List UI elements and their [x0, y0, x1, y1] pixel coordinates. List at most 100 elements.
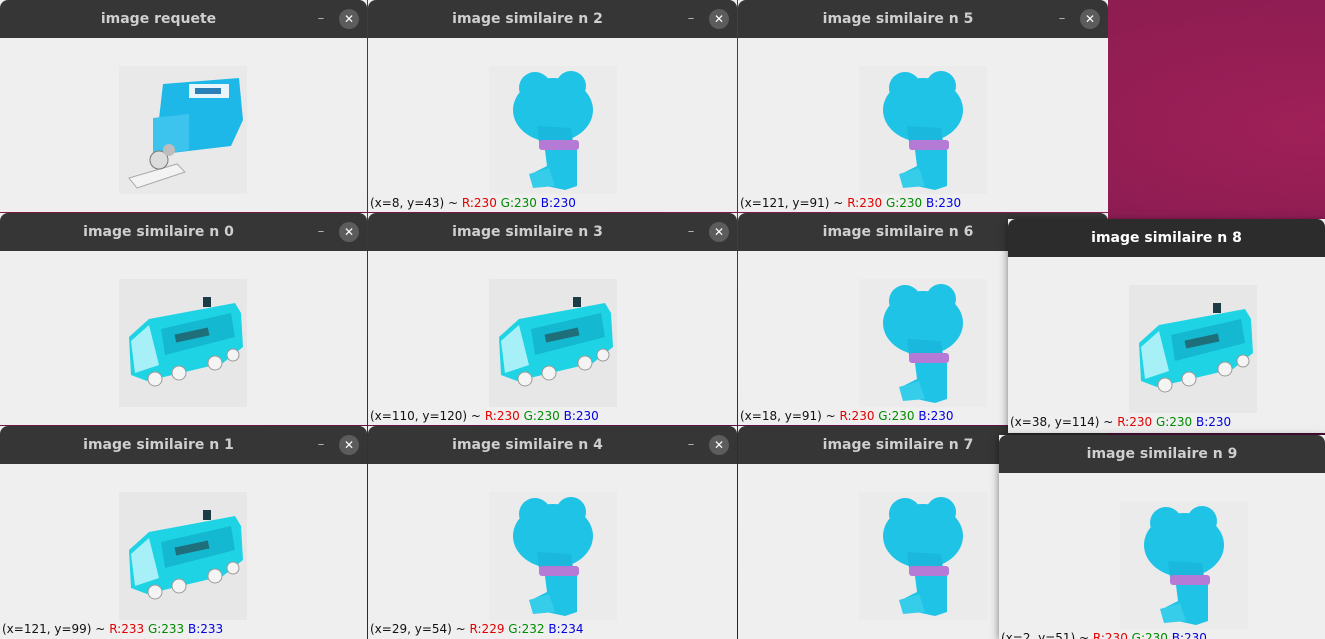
- coordinate-readout: (x=18, y=91) ~: [740, 409, 836, 423]
- result-image: [489, 279, 617, 407]
- pixel-status-bar: (x=110, y=120) ~ R:230 G:230 B:230: [370, 409, 599, 423]
- result-image: [489, 492, 617, 620]
- minimize-button[interactable]: –: [681, 435, 701, 455]
- minimize-button[interactable]: –: [1052, 9, 1072, 29]
- green-value: G:230: [1155, 415, 1193, 429]
- image-canvas[interactable]: (x=2, y=51) ~ R:230 G:230 B:230: [999, 473, 1325, 639]
- pixel-status-bar: (x=121, y=99) ~ R:233 G:233 B:233: [2, 622, 223, 636]
- image-canvas[interactable]: (x=8, y=43) ~ R:230 G:230 B:230: [368, 38, 737, 212]
- window-image-similaire-4[interactable]: image similaire n 4 – ✕ (x=29, y=54) ~ R…: [368, 426, 737, 639]
- coordinate-readout: (x=2, y=51) ~: [1001, 631, 1090, 639]
- result-image: [119, 279, 247, 407]
- window-title: image similaire n 9: [1086, 446, 1238, 462]
- titlebar[interactable]: image similaire n 1 – ✕: [0, 426, 367, 464]
- coordinate-readout: (x=121, y=91) ~: [740, 196, 844, 210]
- window-image-similaire-2[interactable]: image similaire n 2 – ✕ (x=8, y=43) ~ R:…: [368, 0, 737, 212]
- window-image-similaire-1[interactable]: image similaire n 1 – ✕ (x=121, y=99) ~ …: [0, 426, 367, 639]
- titlebar[interactable]: image similaire n 0 – ✕: [0, 213, 367, 251]
- close-button[interactable]: ✕: [339, 222, 359, 242]
- image-canvas[interactable]: (x=38, y=114) ~ R:230 G:230 B:230: [1008, 257, 1325, 433]
- green-value: G:230: [523, 409, 560, 423]
- titlebar[interactable]: image similaire n 9: [999, 435, 1325, 473]
- window-image-similaire-0[interactable]: image similaire n 0 – ✕: [0, 213, 367, 425]
- window-title: image similaire n 8: [1091, 230, 1242, 246]
- image-canvas[interactable]: (x=121, y=91) ~ R:230 G:230 B:230: [738, 38, 1108, 212]
- blue-value: B:230: [563, 409, 599, 423]
- coordinate-readout: (x=38, y=114) ~: [1010, 415, 1114, 429]
- window-image-similaire-5[interactable]: image similaire n 5 – ✕ (x=121, y=91) ~ …: [738, 0, 1108, 212]
- window-title: image similaire n 0: [83, 224, 234, 240]
- result-image: [119, 492, 247, 620]
- image-canvas[interactable]: (x=29, y=54) ~ R:229 G:232 B:234: [368, 464, 737, 639]
- blue-value: B:234: [548, 622, 584, 636]
- blue-value: B:230: [926, 196, 962, 210]
- close-button[interactable]: ✕: [1080, 9, 1100, 29]
- minimize-button[interactable]: –: [681, 9, 701, 29]
- result-image: [859, 492, 987, 620]
- coordinate-readout: (x=110, y=120) ~: [370, 409, 481, 423]
- result-image: [859, 279, 987, 407]
- titlebar[interactable]: image similaire n 3 – ✕: [368, 213, 737, 251]
- blue-value: B:230: [918, 409, 954, 423]
- desktop: { "windows": { "query": {"title": "image…: [0, 0, 1325, 639]
- window-title: image similaire n 3: [452, 224, 603, 240]
- pixel-status-bar: (x=18, y=91) ~ R:230 G:230 B:230: [740, 409, 954, 423]
- window-title: image requete: [100, 11, 217, 27]
- red-value: R:230: [484, 409, 520, 423]
- titlebar[interactable]: image similaire n 4 – ✕: [368, 426, 737, 464]
- window-title: image similaire n 4: [452, 437, 603, 453]
- window-image-similaire-8[interactable]: image similaire n 8 (x=38, y=114) ~ R:23…: [1008, 219, 1325, 433]
- coordinate-readout: (x=8, y=43) ~: [370, 196, 459, 210]
- red-value: R:233: [109, 622, 145, 636]
- window-image-similaire-3[interactable]: image similaire n 3 – ✕ (x=110, y=120) ~…: [368, 213, 737, 425]
- pixel-status-bar: (x=38, y=114) ~ R:230 G:230 B:230: [1010, 415, 1231, 429]
- blue-value: B:230: [1171, 631, 1207, 639]
- pixel-status-bar: (x=121, y=91) ~ R:230 G:230 B:230: [740, 196, 961, 210]
- window-image-similaire-9[interactable]: image similaire n 9 (x=2, y=51) ~ R:230 …: [999, 435, 1325, 639]
- titlebar[interactable]: image similaire n 2 – ✕: [368, 0, 737, 38]
- blue-value: B:230: [540, 196, 576, 210]
- pixel-status-bar: (x=8, y=43) ~ R:230 G:230 B:230: [370, 196, 576, 210]
- green-value: G:230: [1131, 631, 1168, 639]
- coordinate-readout: (x=29, y=54) ~: [370, 622, 466, 636]
- red-value: R:229: [469, 622, 505, 636]
- red-value: R:230: [1092, 631, 1128, 639]
- image-canvas[interactable]: [0, 251, 367, 425]
- green-value: G:230: [500, 196, 537, 210]
- red-value: R:230: [839, 409, 875, 423]
- titlebar[interactable]: image requete – ✕: [0, 0, 367, 38]
- close-button[interactable]: ✕: [709, 222, 729, 242]
- close-button[interactable]: ✕: [709, 435, 729, 455]
- blue-value: B:230: [1196, 415, 1232, 429]
- close-button[interactable]: ✕: [339, 435, 359, 455]
- red-value: R:230: [1117, 415, 1153, 429]
- green-value: G:230: [885, 196, 923, 210]
- query-image: [119, 66, 247, 194]
- minimize-button[interactable]: –: [681, 222, 701, 242]
- minimize-button[interactable]: –: [311, 435, 331, 455]
- minimize-button[interactable]: –: [311, 222, 331, 242]
- result-image: [489, 66, 617, 194]
- result-image: [1129, 285, 1257, 413]
- minimize-button[interactable]: –: [311, 9, 331, 29]
- titlebar[interactable]: image similaire n 8: [1008, 219, 1325, 257]
- green-value: G:230: [878, 409, 915, 423]
- pixel-status-bar: (x=29, y=54) ~ R:229 G:232 B:234: [370, 622, 584, 636]
- red-value: R:230: [847, 196, 883, 210]
- image-canvas[interactable]: (x=110, y=120) ~ R:230 G:230 B:230: [368, 251, 737, 425]
- image-canvas[interactable]: (x=121, y=99) ~ R:233 G:233 B:233: [0, 464, 367, 639]
- coordinate-readout: (x=121, y=99) ~: [2, 622, 106, 636]
- close-button[interactable]: ✕: [709, 9, 729, 29]
- red-value: R:230: [461, 196, 497, 210]
- window-image-requete[interactable]: image requete – ✕: [0, 0, 367, 212]
- pixel-status-bar: (x=2, y=51) ~ R:230 G:230 B:230: [1001, 631, 1207, 639]
- close-button[interactable]: ✕: [339, 9, 359, 29]
- result-image: [859, 66, 987, 194]
- image-canvas[interactable]: [0, 38, 367, 212]
- window-title: image similaire n 1: [83, 437, 234, 453]
- blue-value: B:233: [188, 622, 224, 636]
- titlebar[interactable]: image similaire n 5 – ✕: [738, 0, 1108, 38]
- window-title: image similaire n 2: [452, 11, 603, 27]
- green-value: G:232: [508, 622, 545, 636]
- window-title: image similaire n 5: [822, 11, 974, 27]
